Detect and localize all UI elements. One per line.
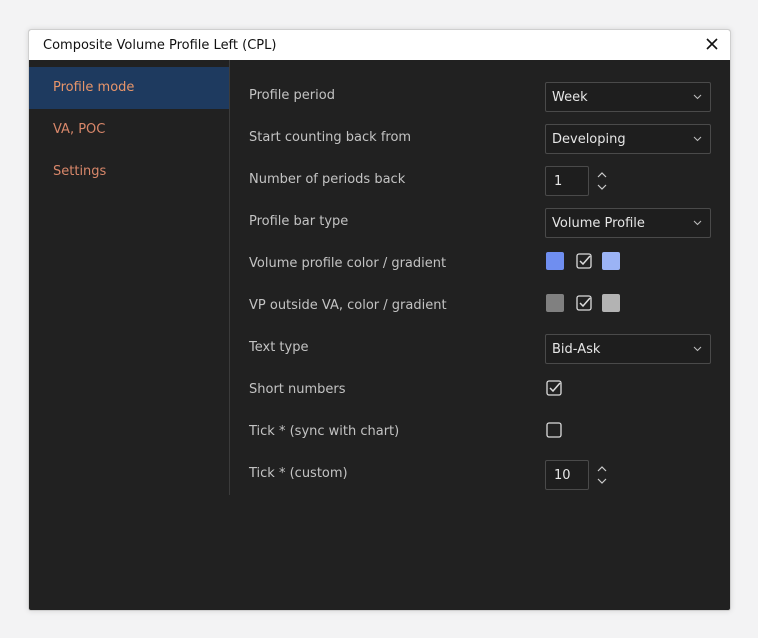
sidebar-item-profile-mode[interactable]: Profile mode <box>29 67 229 109</box>
sidebar: Profile mode VA, POC Settings <box>29 60 230 495</box>
text-type-select[interactable]: Bid-Ask <box>545 334 711 364</box>
bar-type-label: Profile bar type <box>249 214 349 229</box>
dialog-title: Composite Volume Profile Left (CPL) <box>43 38 277 53</box>
profile-period-label: Profile period <box>249 88 335 103</box>
start-counting-value: Developing <box>552 132 626 147</box>
vp-gradient-swatch[interactable] <box>602 252 620 270</box>
tick-sync-label: Tick * (sync with chart) <box>249 424 400 439</box>
tick-custom-value: 10 <box>554 468 571 483</box>
text-type-value: Bid-Ask <box>552 342 601 357</box>
tick-custom-stepper <box>596 462 608 488</box>
bar-type-select[interactable]: Volume Profile <box>545 208 711 238</box>
chevron-down-icon <box>693 346 702 352</box>
tick-sync-checkbox[interactable] <box>546 422 562 438</box>
tick-custom-label: Tick * (custom) <box>249 466 348 481</box>
periods-back-stepper <box>596 168 608 194</box>
vp-color-label: Volume profile color / gradient <box>249 256 447 271</box>
chevron-down-icon <box>693 220 702 226</box>
bar-type-value: Volume Profile <box>552 216 645 231</box>
short-numbers-checkbox[interactable] <box>546 380 562 396</box>
title-bar: Composite Volume Profile Left (CPL) <box>29 30 730 60</box>
profile-period-value: Week <box>552 90 588 105</box>
sidebar-item-label: Profile mode <box>53 80 135 95</box>
vp-outside-color-swatch[interactable] <box>546 294 564 312</box>
chevron-down-icon <box>693 136 702 142</box>
start-counting-select[interactable]: Developing <box>545 124 711 154</box>
chevron-down-icon[interactable] <box>596 476 608 486</box>
text-type-label: Text type <box>249 340 309 355</box>
profile-period-select[interactable]: Week <box>545 82 711 112</box>
vp-outside-gradient-checkbox[interactable] <box>576 295 592 311</box>
tick-custom-input[interactable]: 10 <box>545 460 589 490</box>
vp-color-swatch[interactable] <box>546 252 564 270</box>
chevron-up-icon[interactable] <box>596 170 608 180</box>
sidebar-item-va-poc[interactable]: VA, POC <box>29 109 229 151</box>
periods-back-value: 1 <box>554 174 563 189</box>
periods-back-label: Number of periods back <box>249 172 406 187</box>
chevron-up-icon[interactable] <box>596 464 608 474</box>
sidebar-item-label: VA, POC <box>53 122 106 137</box>
vp-outside-label: VP outside VA, color / gradient <box>249 298 447 313</box>
chevron-down-icon[interactable] <box>596 182 608 192</box>
periods-back-input[interactable]: 1 <box>545 166 589 196</box>
settings-dialog: Composite Volume Profile Left (CPL) Prof… <box>28 29 731 611</box>
sidebar-item-settings[interactable]: Settings <box>29 151 229 193</box>
chevron-down-icon <box>693 94 702 100</box>
vp-gradient-checkbox[interactable] <box>576 253 592 269</box>
sidebar-item-label: Settings <box>53 164 107 179</box>
vp-outside-gradient-swatch[interactable] <box>602 294 620 312</box>
close-icon[interactable] <box>704 36 720 52</box>
short-numbers-label: Short numbers <box>249 382 346 397</box>
start-counting-label: Start counting back from <box>249 130 412 145</box>
